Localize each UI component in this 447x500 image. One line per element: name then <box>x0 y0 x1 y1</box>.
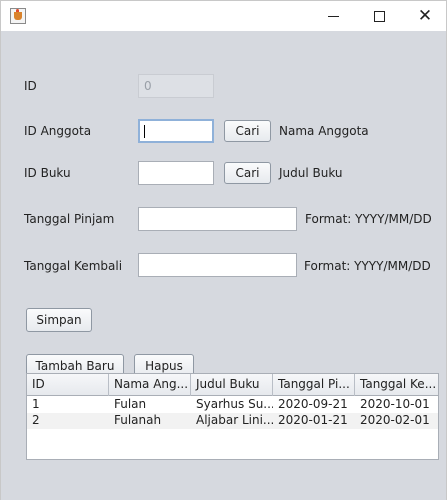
id-anggota-field[interactable] <box>138 119 214 143</box>
table-cell: 2020-02-01 <box>360 413 430 427</box>
close-button[interactable]: ✕ <box>402 1 447 32</box>
table-cell: Syarhus Su... <box>196 397 273 411</box>
id-buku-label: ID Buku <box>24 166 71 180</box>
table-cell: 2020-09-21 <box>278 397 348 411</box>
column-header-id[interactable]: ID <box>27 374 109 396</box>
minimize-icon <box>327 16 339 17</box>
maximize-icon <box>373 11 385 22</box>
tanggal-kembali-field[interactable] <box>138 253 297 277</box>
nama-anggota-label: Nama Anggota <box>279 124 369 138</box>
id-field: 0 <box>138 74 214 98</box>
table-cell: Aljabar Lini... <box>196 413 273 427</box>
java-app-icon <box>10 8 26 24</box>
column-header-tanggal-kembali[interactable]: Tanggal Ke... <box>355 374 438 396</box>
minimize-button[interactable] <box>310 1 356 32</box>
table-cell: 1 <box>32 397 40 411</box>
close-icon: ✕ <box>417 6 433 26</box>
maximize-button[interactable] <box>356 1 402 32</box>
column-header-judul-buku[interactable]: Judul Buku <box>191 374 273 396</box>
tanggal-kembali-label: Tanggal Kembali <box>24 259 123 273</box>
id-label: ID <box>24 79 37 93</box>
table-cell: 2020-10-01 <box>360 397 430 411</box>
column-header-tanggal-pinjam[interactable]: Tanggal Pi... <box>273 374 355 396</box>
column-header-nama-anggota[interactable]: Nama Ang... <box>109 374 191 396</box>
table-cell: Fulan <box>114 397 147 411</box>
title-bar: ✕ <box>0 0 447 31</box>
id-buku-field[interactable] <box>138 161 214 185</box>
table-header: ID Nama Ang... Judul Buku Tanggal Pi... … <box>27 374 438 396</box>
peminjaman-table[interactable]: ID Nama Ang... Judul Buku Tanggal Pi... … <box>26 373 439 460</box>
table-cell: 2020-01-21 <box>278 413 348 427</box>
form-panel: ID 0 ID Anggota Cari Nama Anggota ID Buk… <box>0 31 447 500</box>
tanggal-pinjam-format-hint: Format: YYYY/MM/DD <box>305 212 432 226</box>
tanggal-pinjam-label: Tanggal Pinjam <box>24 212 115 226</box>
text-caret <box>144 125 145 138</box>
table-body: 1 Fulan Syarhus Su... 2020-09-21 2020-10… <box>27 397 438 429</box>
cari-buku-button[interactable]: Cari <box>224 162 271 184</box>
table-cell: 2 <box>32 413 40 427</box>
id-anggota-label: ID Anggota <box>24 124 92 138</box>
table-cell: Fulanah <box>114 413 162 427</box>
simpan-button[interactable]: Simpan <box>26 308 92 332</box>
tanggal-kembali-format-hint: Format: YYYY/MM/DD <box>304 259 431 273</box>
judul-buku-label: Judul Buku <box>279 166 343 180</box>
cari-anggota-button[interactable]: Cari <box>224 120 271 142</box>
tanggal-pinjam-field[interactable] <box>138 207 297 231</box>
table-row[interactable]: 2 Fulanah Aljabar Lini... 2020-01-21 202… <box>27 413 438 429</box>
table-row[interactable]: 1 Fulan Syarhus Su... 2020-09-21 2020-10… <box>27 397 438 413</box>
